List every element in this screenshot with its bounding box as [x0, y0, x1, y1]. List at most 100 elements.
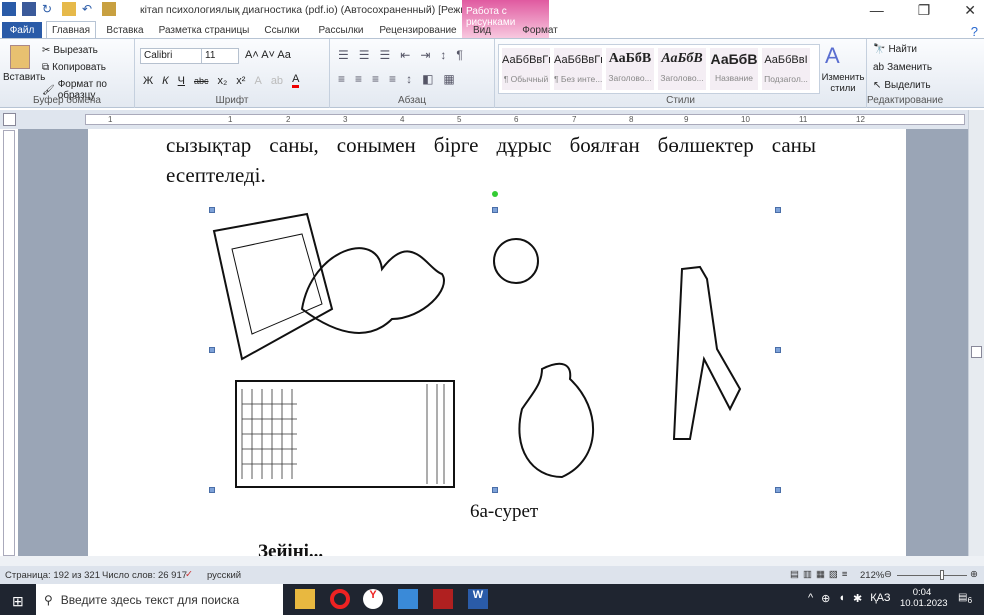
tab-review[interactable]: Рецензирование [372, 22, 464, 39]
notifications-icon[interactable]: ▤6 [958, 592, 972, 605]
document-page[interactable]: сызықтар саны, сонымен бірге дұрыс боялғ… [88, 129, 906, 562]
outdent-icon[interactable]: ⇥ [420, 48, 430, 62]
network-icon[interactable]: ⊕ [821, 592, 830, 605]
align-left-icon[interactable]: ≡ [338, 72, 345, 86]
indent-icon[interactable]: ⇤ [400, 48, 410, 62]
zoom-slider-thumb[interactable] [940, 570, 944, 580]
resize-handle[interactable] [775, 347, 781, 353]
zoom-level[interactable]: 212% [860, 570, 884, 581]
underline-button[interactable]: Ч [178, 75, 185, 87]
tab-layout[interactable]: Разметка страницы [154, 22, 254, 39]
bluetooth-icon[interactable]: ✱ [853, 592, 862, 605]
resize-handle[interactable] [209, 347, 215, 353]
word-taskbar-icon[interactable]: W [468, 589, 488, 609]
undo-icon[interactable]: ↶ [82, 2, 96, 16]
vertical-ruler[interactable] [3, 130, 15, 556]
shading-icon[interactable]: ◧ [422, 72, 433, 86]
resize-handle[interactable] [492, 207, 498, 213]
file-explorer-icon[interactable] [295, 589, 315, 609]
language[interactable]: русский [207, 570, 241, 581]
clipboard-group: Вставить ✂ Вырезать ⧉ Копировать 🖌 Формат п… [0, 39, 135, 108]
find-button[interactable]: 🔭 Найти [873, 44, 917, 55]
grow-font-icon[interactable]: A˄ A˅ Aa [245, 49, 291, 61]
superscript-button[interactable]: x² [236, 75, 245, 87]
app-icon[interactable] [433, 589, 453, 609]
windows-start-icon[interactable]: ⊞ [12, 593, 24, 610]
strikethrough-button[interactable]: abc [194, 76, 209, 86]
picture-6a[interactable] [212, 209, 778, 491]
tab-file[interactable]: Файл [2, 22, 42, 39]
chevron-up-icon[interactable]: ^ [808, 592, 813, 605]
input-language[interactable]: ҚАЗ [870, 592, 890, 605]
scroll-thumb[interactable] [971, 346, 982, 358]
bullets-icon[interactable]: ☰ [338, 48, 349, 62]
photos-icon[interactable] [398, 589, 418, 609]
subscript-button[interactable]: x₂ [218, 75, 228, 87]
open-icon[interactable] [62, 2, 76, 16]
change-styles-button[interactable]: Изменить стили [821, 72, 865, 94]
proofing-icon[interactable]: ✓ [185, 569, 193, 580]
taskbar-search[interactable]: ⚲ Введите здесь текст для поиска [36, 584, 283, 615]
volume-icon[interactable]: ◖ [838, 592, 845, 605]
style-heading2[interactable]: АаБбВ Заголово... [658, 48, 706, 90]
tab-mailings[interactable]: Рассылки [310, 22, 372, 39]
resize-handle[interactable] [209, 207, 215, 213]
vertical-scrollbar[interactable] [968, 110, 984, 557]
text-effects-icon[interactable]: A [254, 75, 261, 87]
numbering-icon[interactable]: ☰ [359, 48, 370, 62]
minimize-button[interactable]: — [870, 2, 884, 19]
refresh-icon[interactable]: ↻ [42, 2, 56, 16]
pilcrow-icon[interactable]: ¶ [456, 48, 462, 62]
font-name-combo[interactable]: Calibri [140, 48, 202, 64]
rotate-handle[interactable] [492, 191, 498, 197]
zoom-in-icon[interactable]: ⊕ [970, 569, 978, 580]
align-right-icon[interactable]: ≡ [372, 72, 379, 86]
paste-button[interactable]: Вставить [3, 72, 45, 83]
zoom-slider[interactable] [897, 575, 967, 576]
copy-button[interactable]: ⧉ Копировать [42, 62, 106, 73]
tab-format[interactable]: Формат [500, 22, 580, 39]
font-size-combo[interactable]: 11 [201, 48, 239, 64]
tab-insert[interactable]: Вставка [96, 22, 154, 39]
close-button[interactable]: ✕ [964, 2, 976, 19]
save-icon[interactable] [22, 2, 36, 16]
restore-button[interactable]: ❐ [918, 2, 931, 19]
style-no-spacing[interactable]: АаБбВвГг, ¶ Без инте... [554, 48, 602, 90]
opera-icon[interactable] [330, 589, 350, 609]
view-buttons[interactable]: ▤▥▦▧≡ [790, 569, 851, 580]
folder-icon[interactable] [102, 2, 116, 16]
resize-handle[interactable] [775, 207, 781, 213]
font-color-icon[interactable]: A [292, 73, 300, 88]
style-heading1[interactable]: АаБбВ Заголово... [606, 48, 654, 90]
italic-button[interactable]: К [162, 75, 168, 87]
resize-handle[interactable] [492, 487, 498, 493]
page-count[interactable]: Страница: 192 из 321 [5, 570, 100, 581]
style-normal[interactable]: АаБбВвГг, ¶ Обычный [502, 48, 550, 90]
style-title[interactable]: АаБбВ Название [710, 48, 758, 90]
tab-home[interactable]: Главная [46, 21, 96, 39]
bold-button[interactable]: Ж [143, 75, 153, 87]
horizontal-ruler[interactable]: 12 123456789101112 [85, 114, 965, 125]
yandex-icon[interactable]: Y [363, 589, 383, 609]
resize-handle[interactable] [209, 487, 215, 493]
multilevel-icon[interactable]: ☰ [380, 48, 391, 62]
resize-handle[interactable] [775, 487, 781, 493]
line-spacing-icon[interactable]: ↕ [406, 72, 412, 86]
align-center-icon[interactable]: ≡ [355, 72, 362, 86]
help-icon[interactable]: ? [971, 24, 978, 39]
tab-view[interactable]: Вид [464, 22, 500, 39]
borders-icon[interactable]: ▦ [443, 72, 454, 86]
zoom-out-icon[interactable]: ⊖ [884, 569, 892, 580]
cut-button[interactable]: ✂ Вырезать [42, 45, 98, 56]
clock[interactable]: 0:04 10.01.2023 [900, 587, 948, 609]
justify-icon[interactable]: ≡ [389, 72, 396, 86]
horizontal-scrollbar[interactable] [0, 556, 984, 566]
word-count[interactable]: Число слов: 26 917 [102, 570, 187, 581]
replace-button[interactable]: ab Заменить [873, 62, 932, 73]
tab-references[interactable]: Ссылки [254, 22, 310, 39]
style-subtitle[interactable]: АаБбВвІ Подзагол... [762, 48, 810, 90]
sort-icon[interactable]: ↕ [440, 48, 446, 62]
highlight-icon[interactable]: ab [271, 75, 283, 87]
tab-selector[interactable] [3, 113, 16, 126]
select-button[interactable]: ↖ Выделить [873, 80, 931, 91]
